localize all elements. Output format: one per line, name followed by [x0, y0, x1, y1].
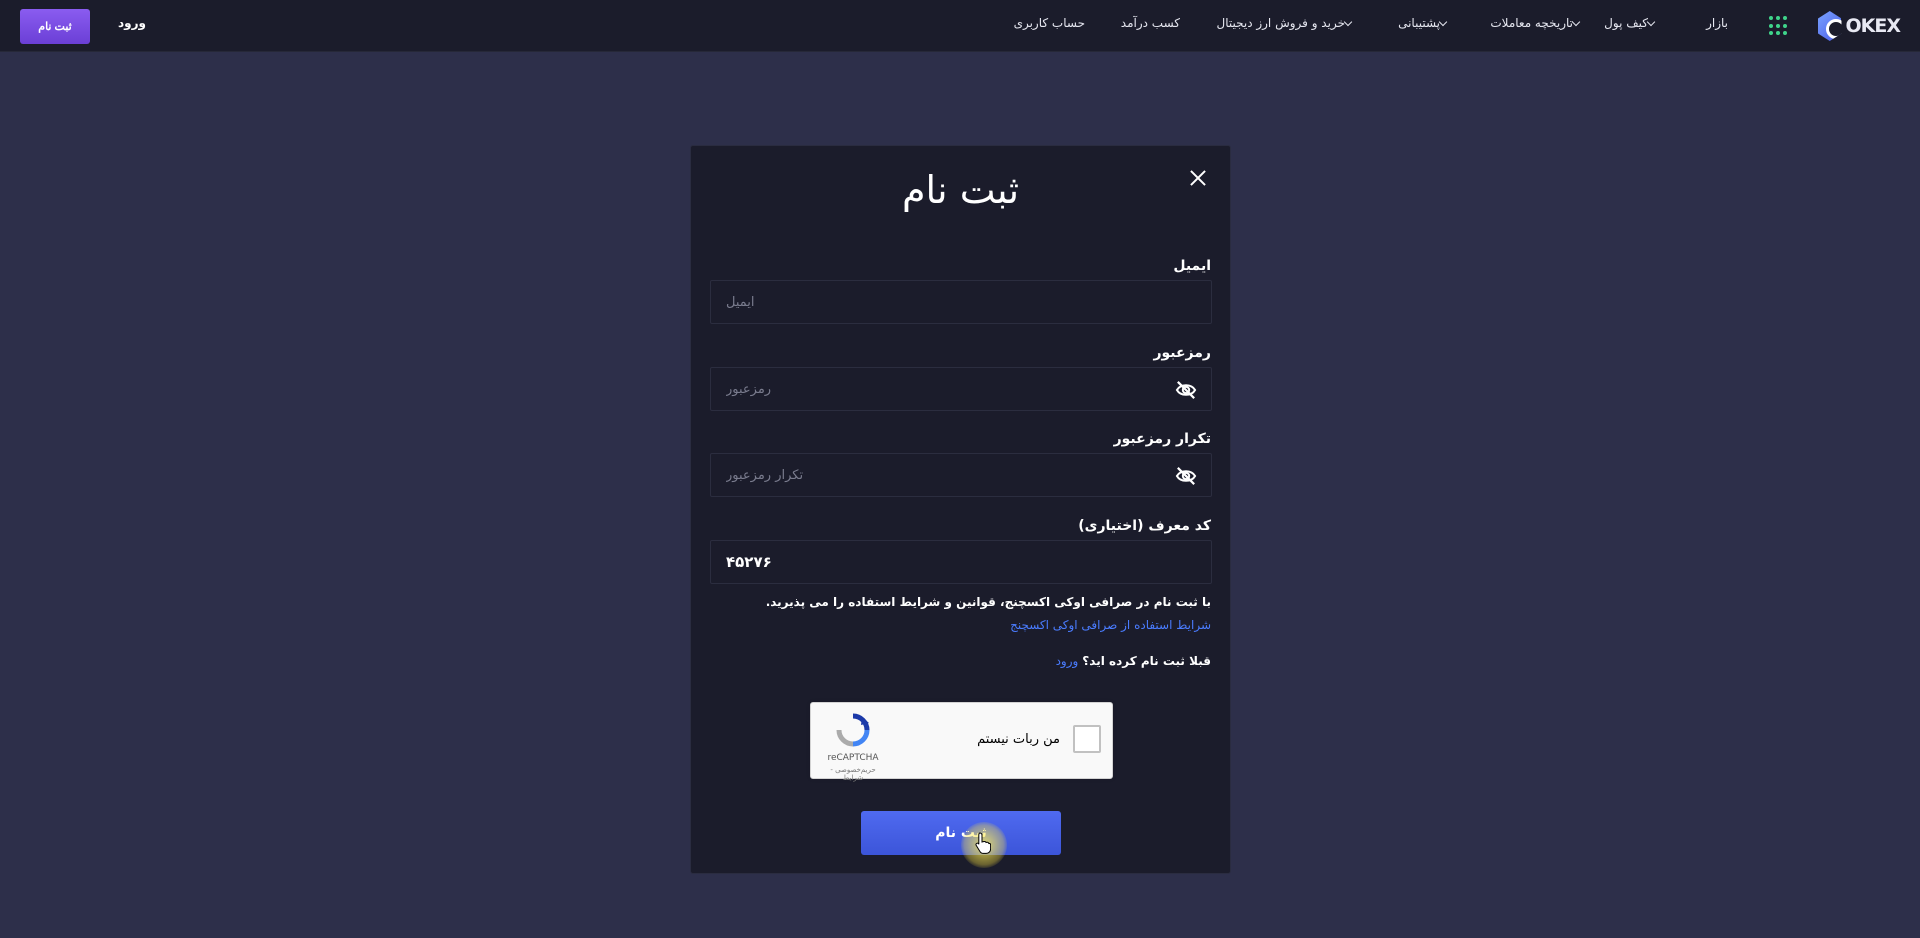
terms-text: با ثبت نام در صرافی اوکی اکسچنج، قوانین … [765, 595, 1211, 609]
referral-field-wrapper [710, 540, 1212, 584]
password-field-wrapper [710, 367, 1212, 411]
email-field-wrapper [710, 280, 1212, 324]
top-navbar: OKEX بازار کیف پول تاریخچه معاملات پشتیب… [0, 0, 1920, 52]
nav-item-label: تاریخچه معاملات [1490, 16, 1573, 30]
recaptcha-logo: reCAPTCHA حریم‌خصوصی - شرایط [821, 713, 885, 782]
signup-modal: ثبت نام ایمیل رمزعبور تکرار رمزعبور کد م… [690, 145, 1231, 874]
modal-title: ثبت نام [901, 168, 1020, 212]
password-field[interactable] [711, 368, 1211, 410]
referral-label: کد معرف (اختیاری) [1078, 518, 1211, 534]
password-repeat-field[interactable] [711, 454, 1211, 496]
chevron-down-icon [1343, 17, 1353, 26]
logo-text: OKEX [1845, 15, 1901, 37]
apps-grid-icon[interactable] [1769, 16, 1789, 36]
login-link-modal[interactable]: ورود [1056, 654, 1079, 668]
nav-item-support[interactable]: پشتیبانی [1398, 16, 1452, 30]
email-label: ایمیل [1173, 258, 1211, 274]
nav-item-earn[interactable]: کسب درآمد [1121, 16, 1180, 30]
email-field[interactable] [711, 281, 1211, 323]
password-repeat-label: تکرار رمزعبور [1113, 431, 1211, 447]
password-label: رمزعبور [1153, 345, 1211, 361]
okex-logo-mark-icon [1818, 11, 1842, 41]
recaptcha-brand: reCAPTCHA [827, 753, 879, 763]
chevron-down-icon [1571, 17, 1581, 26]
password-repeat-field-wrapper [710, 453, 1212, 497]
recaptcha-checkbox[interactable] [1073, 725, 1101, 753]
referral-code-field[interactable] [711, 541, 1211, 583]
chevron-down-icon [1438, 17, 1448, 26]
nav-item-label: خرید و فروش ارز دیجیتال [1216, 16, 1345, 30]
nav-item-account[interactable]: حساب کاربری [1014, 16, 1085, 30]
login-link[interactable]: ورود [118, 16, 146, 30]
eye-off-icon[interactable] [1175, 380, 1197, 400]
nav-item-label: پشتیبانی [1398, 16, 1440, 30]
nav-item-label: کسب درآمد [1120, 16, 1180, 30]
chevron-down-icon [1646, 17, 1656, 26]
nav-item-label: حساب کاربری [1013, 16, 1085, 30]
nav-item-label: کیف پول [1604, 16, 1648, 30]
recaptcha-label: من ربات نیستم [977, 732, 1060, 747]
recaptcha-icon [836, 713, 870, 747]
okex-logo[interactable]: OKEX [1818, 9, 1901, 43]
nav-item-label: بازار [1706, 16, 1728, 30]
nav-item-market[interactable]: بازار [1706, 16, 1728, 30]
recaptcha-terms[interactable]: حریم‌خصوصی - شرایط [821, 766, 885, 782]
terms-link[interactable]: شرایط استفاده از صرافی اوکی اکسچنج [1010, 618, 1211, 632]
nav-item-wallet[interactable]: کیف پول [1604, 16, 1660, 30]
already-registered-text: قبلا ثبت نام کرده اید؟ [1082, 654, 1211, 668]
eye-off-icon[interactable] [1175, 466, 1197, 486]
recaptcha-widget: من ربات نیستم reCAPTCHA حریم‌خصوصی - شرا… [810, 702, 1113, 782]
already-registered: قبلا ثبت نام کرده اید؟ ورود [1056, 654, 1211, 668]
nav-item-buy-sell-crypto[interactable]: خرید و فروش ارز دیجیتال [1216, 16, 1357, 30]
hand-cursor-icon [975, 832, 991, 854]
nav-item-trade-history[interactable]: تاریخچه معاملات [1490, 16, 1585, 30]
signup-button[interactable]: ثبت نام [20, 9, 90, 44]
